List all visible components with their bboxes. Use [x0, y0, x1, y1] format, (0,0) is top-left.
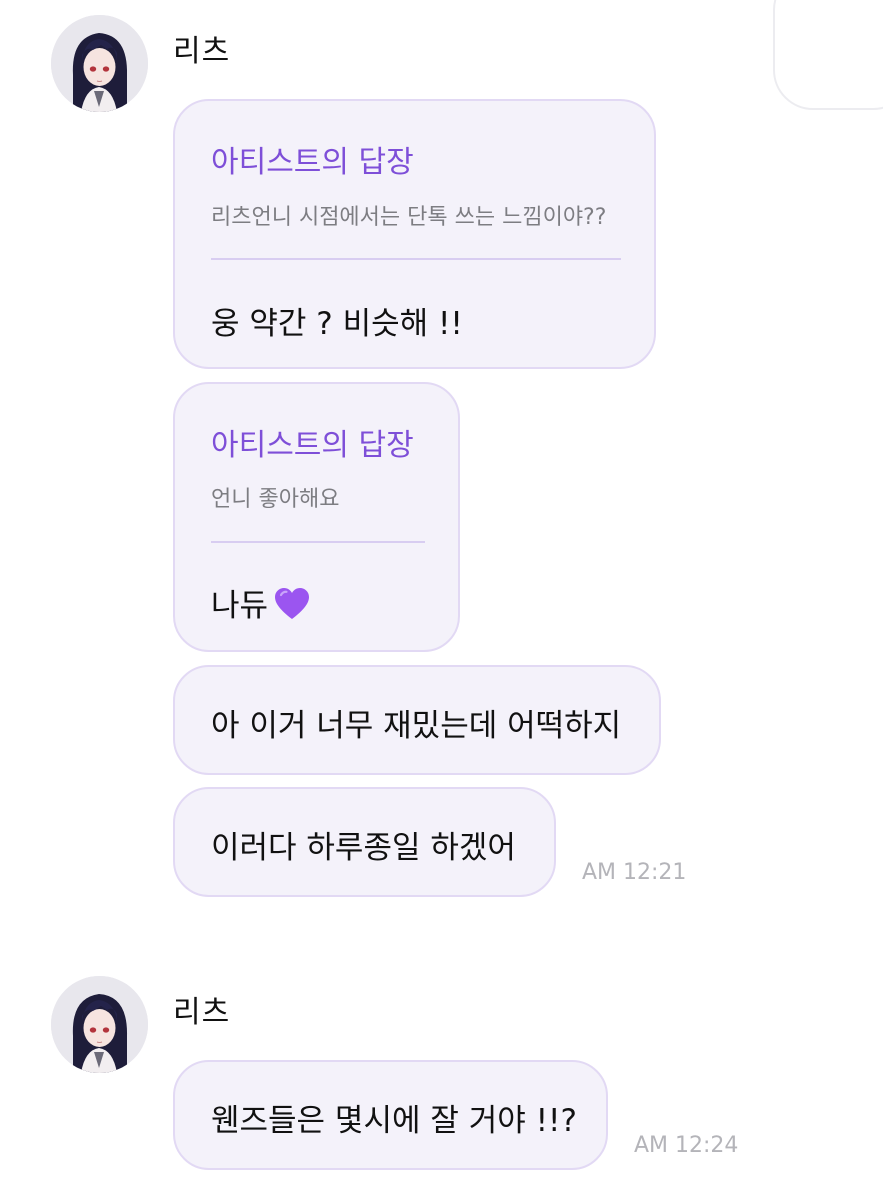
avatar-portrait-icon: [51, 15, 148, 112]
message-text: 웬즈들은 몇시에 잘 거야 !!?: [211, 1103, 577, 1139]
message-timestamp: AM 12:24: [634, 1133, 739, 1158]
message-text: 이러다 하루종일 하겠어: [211, 830, 516, 866]
reply-divider: [211, 258, 621, 260]
purple-heart-icon: [274, 587, 310, 629]
reply-quote: 언니 좋아해요: [211, 487, 340, 512]
reply-divider: [211, 541, 425, 543]
message-text: 나듀: [211, 588, 269, 624]
message-text: 아 이거 너무 재밌는데 어떡하지: [211, 708, 622, 744]
avatar-portrait-icon: [51, 976, 148, 1073]
reply-quote: 리츠언니 시점에서는 단톡 쓰는 느낌이야??: [211, 205, 607, 230]
sender-name: 리츠: [173, 34, 231, 69]
sender-name: 리츠: [173, 995, 231, 1030]
avatar[interactable]: [51, 15, 148, 112]
avatar[interactable]: [51, 976, 148, 1073]
reply-title: 아티스트의 답장: [211, 145, 414, 180]
message-timestamp: AM 12:21: [582, 860, 687, 885]
message-text-row: 나듀: [211, 580, 310, 629]
reply-title: 아티스트의 답장: [211, 428, 414, 463]
message-bubble[interactable]: 웬즈들은 몇시에 잘 거야 !!?: [173, 1060, 608, 1170]
message-bubble[interactable]: 이러다 하루종일 하겠어: [173, 787, 556, 897]
reply-message-bubble[interactable]: 아티스트의 답장 언니 좋아해요 나듀: [173, 382, 460, 652]
message-text: 웅 약간 ? 비슷해 !!: [211, 306, 463, 342]
reply-message-bubble[interactable]: 아티스트의 답장 리츠언니 시점에서는 단톡 쓰는 느낌이야?? 웅 약간 ? …: [173, 99, 656, 369]
message-bubble[interactable]: 아 이거 너무 재밌는데 어떡하지: [173, 665, 661, 775]
window-corner-decoration: [773, 0, 883, 110]
